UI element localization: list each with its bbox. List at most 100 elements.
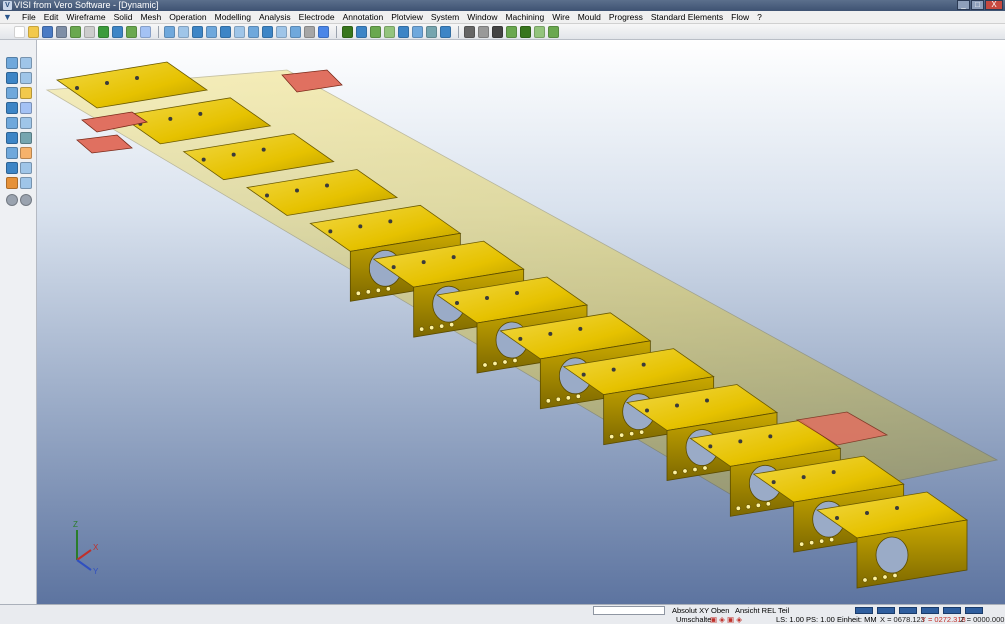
menu-wire[interactable]: Wire [548,11,573,24]
move-icon[interactable] [20,147,32,159]
offset-icon[interactable] [20,102,32,114]
import-icon[interactable] [70,25,81,38]
zoom-all-icon[interactable] [206,25,217,38]
chamfer-icon[interactable] [20,132,32,144]
status-indicator-4[interactable] [921,607,939,614]
fillet-icon[interactable] [6,132,18,144]
teil-label[interactable]: Teil [778,606,789,615]
view-side-icon[interactable] [248,25,259,38]
menu-progress[interactable]: Progress [605,11,647,24]
menu-operation[interactable]: Operation [165,11,210,24]
attribute-icon[interactable] [356,25,367,38]
menu-flow[interactable]: Flow [727,11,753,24]
measure-icon[interactable] [398,25,409,38]
hidden-line-icon[interactable] [304,25,315,38]
flange-cutout [875,536,909,574]
spline-icon[interactable] [6,102,18,114]
menu-analysis[interactable]: Analysis [255,11,295,24]
mirror-icon[interactable] [6,147,18,159]
zoom-icon[interactable] [178,25,189,38]
menu-mould[interactable]: Mould [574,11,605,24]
export-icon[interactable] [98,25,109,38]
menu-modelling[interactable]: Modelling [211,11,255,24]
rotate-icon[interactable] [20,162,32,174]
redo-icon[interactable] [126,25,137,38]
scale-icon[interactable] [6,177,18,189]
z-coordinate: Z = 0000.000 [960,615,1005,624]
array-icon[interactable] [20,177,32,189]
menu-system[interactable]: System [427,11,463,24]
status-indicator-2[interactable] [877,607,895,614]
menu-window[interactable]: Window [463,11,501,24]
trim-icon[interactable] [6,117,18,129]
analysis-icon[interactable] [412,25,423,38]
menu-solid[interactable]: Solid [110,11,137,24]
window-icon[interactable] [140,25,151,38]
menu-electrode[interactable]: Electrode [295,11,339,24]
3d-viewport[interactable]: Z X Y [37,40,1005,604]
section-icon[interactable] [318,25,329,38]
menu-annotation[interactable]: Annotation [339,11,388,24]
status-indicator-1[interactable] [855,607,873,614]
machine-icon[interactable] [464,25,475,38]
pan-icon[interactable] [192,25,203,38]
command-search-input[interactable] [593,606,665,615]
pierced-hole [619,432,625,438]
snap-mode-icons[interactable]: ▣ ◈ ▣ ◈ [710,615,742,624]
circle-icon[interactable] [6,72,18,84]
save-as-icon[interactable] [56,25,67,38]
umschalte-label[interactable]: Umschalte [676,615,711,624]
point-icon[interactable] [6,57,18,69]
view-front-icon[interactable] [220,25,231,38]
visi-logo-icon[interactable]: ▼ [3,12,14,23]
view-mode-label[interactable]: Absolut XY Oben [672,606,729,615]
status-indicator-6[interactable] [965,607,983,614]
back-arrow-icon[interactable] [6,194,18,206]
progressive-die-strip[interactable] [45,61,999,589]
arc-icon[interactable] [20,72,32,84]
snap-icon[interactable] [426,25,437,38]
pilot-hole [231,152,236,157]
open-file-icon[interactable] [28,25,39,38]
rotate-view-icon[interactable] [164,25,175,38]
minimize-button[interactable]: _ [957,0,970,10]
save-icon[interactable] [42,25,53,38]
mould-icon[interactable] [506,25,517,38]
filter-icon[interactable] [384,25,395,38]
forward-arrow-icon[interactable] [20,194,32,206]
view-rel-label[interactable]: Ansicht REL [735,606,776,615]
status-indicator-3[interactable] [899,607,917,614]
line-icon[interactable] [20,57,32,69]
electrode-icon[interactable] [520,25,531,38]
new-file-icon[interactable] [14,25,25,38]
layer-icon[interactable] [342,25,353,38]
copy-icon[interactable] [6,162,18,174]
menu-wireframe[interactable]: Wireframe [62,11,109,24]
grid-icon[interactable] [440,25,451,38]
undo-icon[interactable] [112,25,123,38]
status-indicator-5[interactable] [943,607,961,614]
color-icon[interactable] [370,25,381,38]
print-icon[interactable] [84,25,95,38]
menu-edit[interactable]: Edit [40,11,63,24]
rectangle-icon[interactable] [6,87,18,99]
flow-icon[interactable] [534,25,545,38]
wireframe-icon[interactable] [290,25,301,38]
menu-mesh[interactable]: Mesh [136,11,165,24]
progress-icon[interactable] [548,25,559,38]
polyline-icon[interactable] [20,87,32,99]
menu-plotview[interactable]: Plotview [387,11,427,24]
close-button[interactable]: X [985,0,1003,10]
menu-machining[interactable]: Machining [501,11,548,24]
view-iso-icon[interactable] [262,25,273,38]
view-top-icon[interactable] [234,25,245,38]
shaded-icon[interactable] [276,25,287,38]
status-bar: Absolut XY Oben Ansicht REL Teil Umschal… [0,604,1005,624]
tool-icon[interactable] [478,25,489,38]
menu-help[interactable]: ? [753,11,766,24]
simulate-icon[interactable] [492,25,503,38]
menu-standard-elements[interactable]: Standard Elements [647,11,727,24]
menu-file[interactable]: File [18,11,40,24]
extend-icon[interactable] [20,117,32,129]
maximize-button[interactable]: □ [971,0,984,10]
